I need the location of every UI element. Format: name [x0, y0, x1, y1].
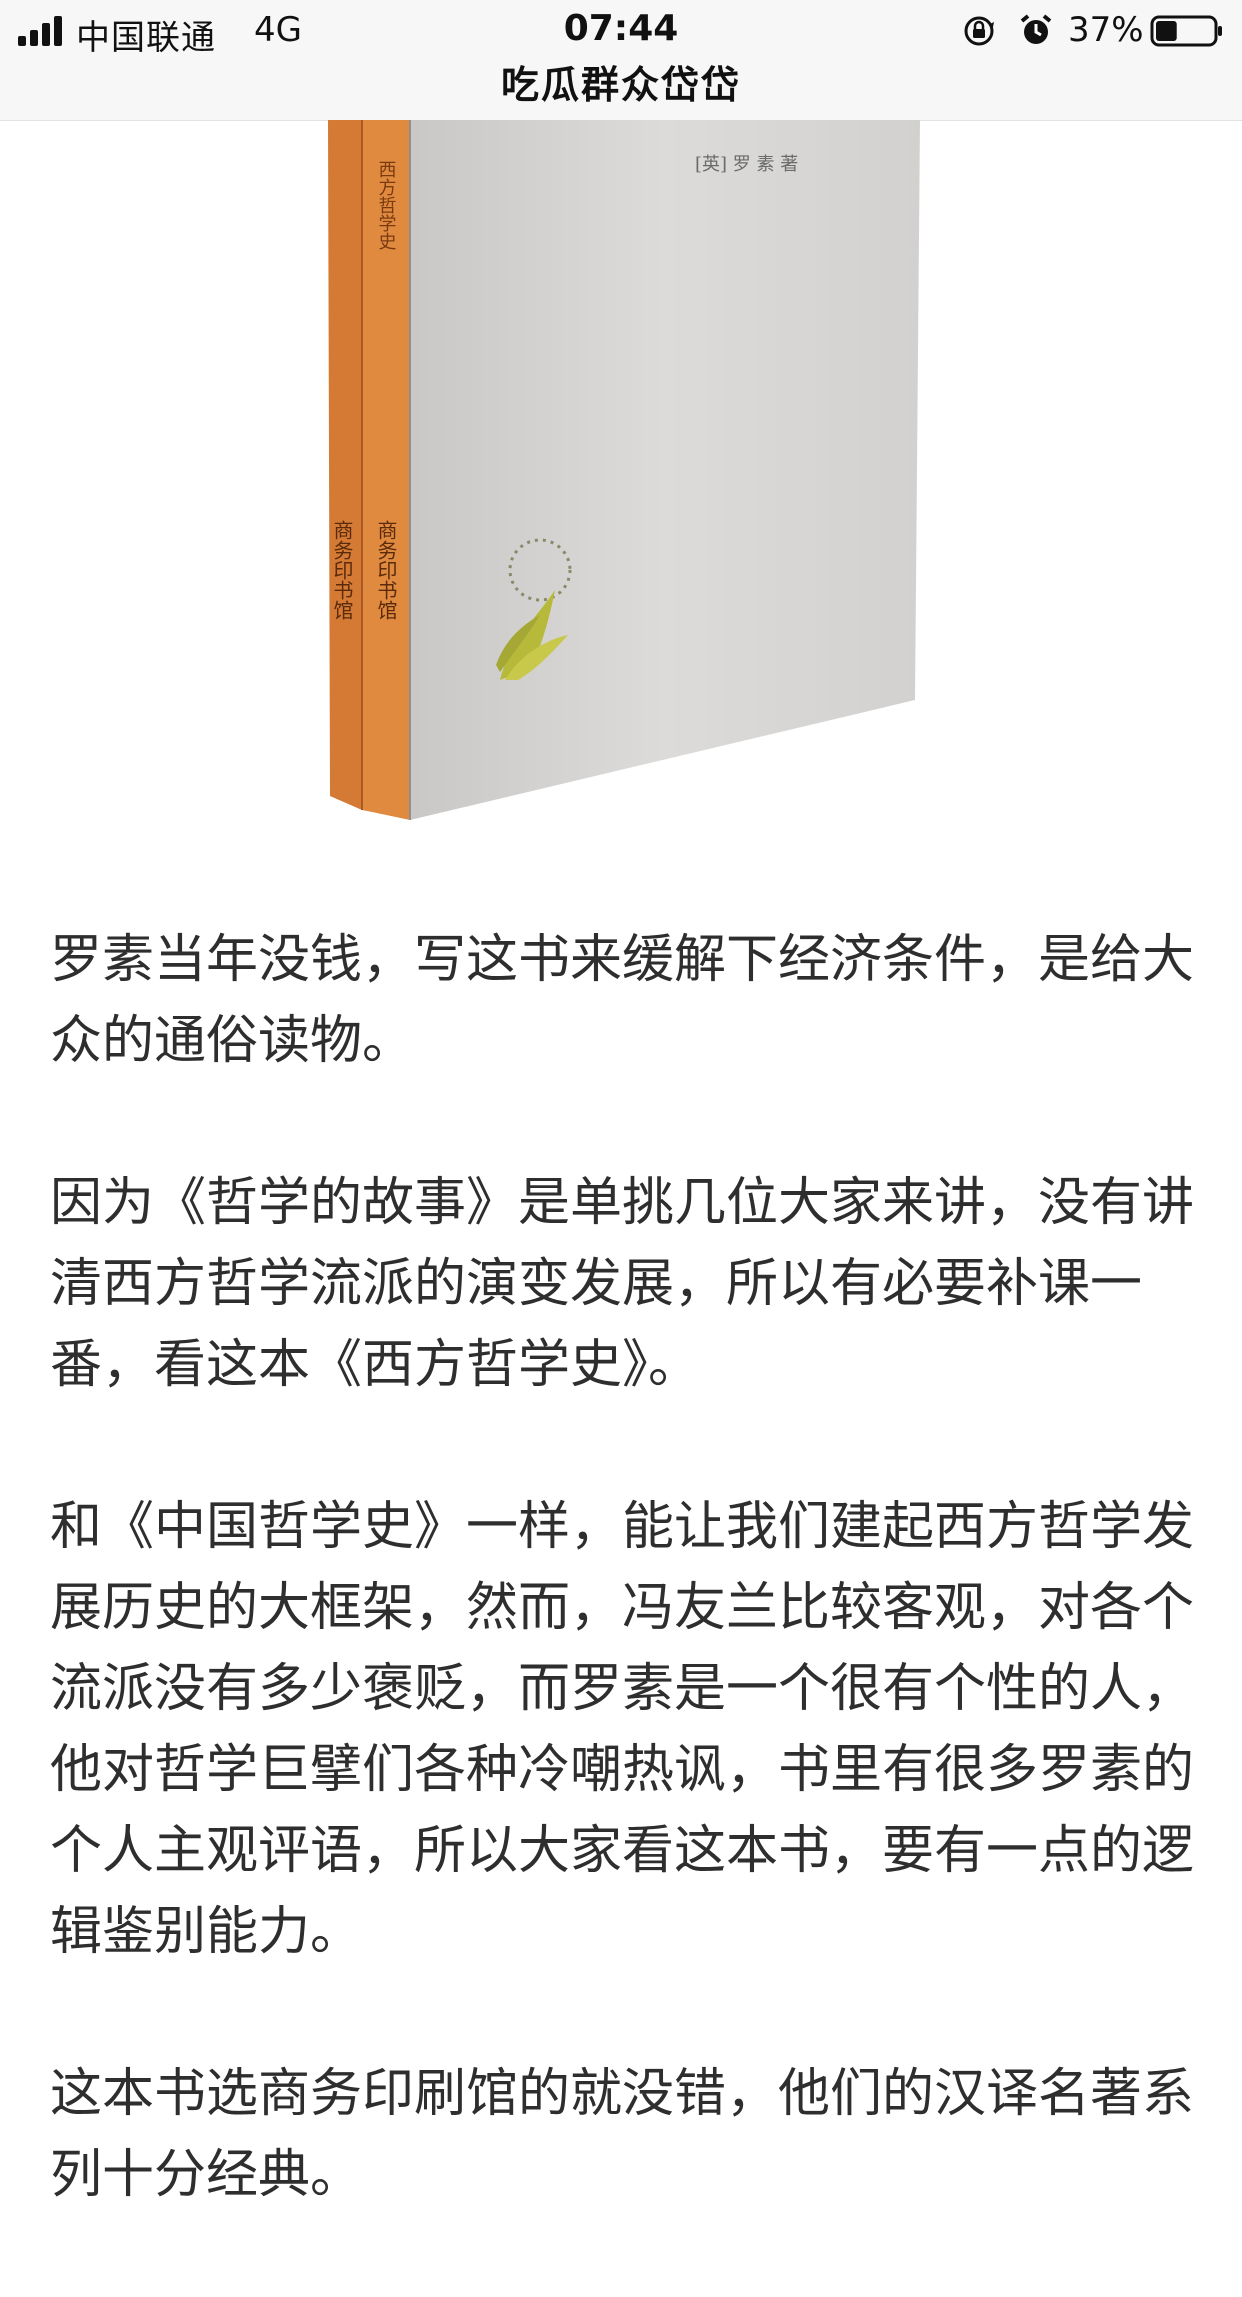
status-bar: 中国联通 4G 07:44 37%: [0, 0, 1242, 60]
page-title: 吃瓜群众岱岱: [500, 63, 741, 107]
battery-percent: 37%: [1068, 10, 1144, 50]
clock: 07:44: [563, 8, 679, 49]
back-spine-publisher-text: 商务印书馆: [330, 520, 354, 620]
battery-icon: [1150, 15, 1222, 47]
spine-title-text: 西方哲学史: [376, 160, 397, 250]
article-paragraph: 和《中国哲学史》一样，能让我们建起西方哲学发展历史的大框架，然而，冯友兰比较客观…: [50, 1497, 1195, 1962]
article-paragraph: 罗素当年没钱，写这书来缓解下经济条件，是给大众的通俗读物。: [50, 930, 1195, 1071]
alarm-icon: [1020, 14, 1052, 44]
cover-author-text: [英] 罗 素 著: [695, 154, 798, 175]
article-paragraph: 因为《哲学的故事》是单挑几位大家来讲，没有讲清西方哲学流派的演变发展，所以有必要…: [50, 1173, 1195, 1395]
article-paragraph: 这本书选商务印刷馆的就没错，他们的汉译名著系列十分经典。: [50, 2064, 1195, 2205]
book-image: [英] 罗 素 著 西方哲学史 商务印书馆 商务印书馆: [318, 120, 920, 820]
spine-publisher-text: 商务印书馆: [374, 520, 398, 620]
top-bar: 中国联通 4G 07:44 37% 吃瓜群众岱岱: [0, 0, 1242, 121]
rotation-lock-icon: [964, 16, 994, 46]
article-body: 罗素当年没钱，写这书来缓解下经济条件，是给大众的通俗读物。 因为《哲学的故事》是…: [50, 920, 1200, 2297]
